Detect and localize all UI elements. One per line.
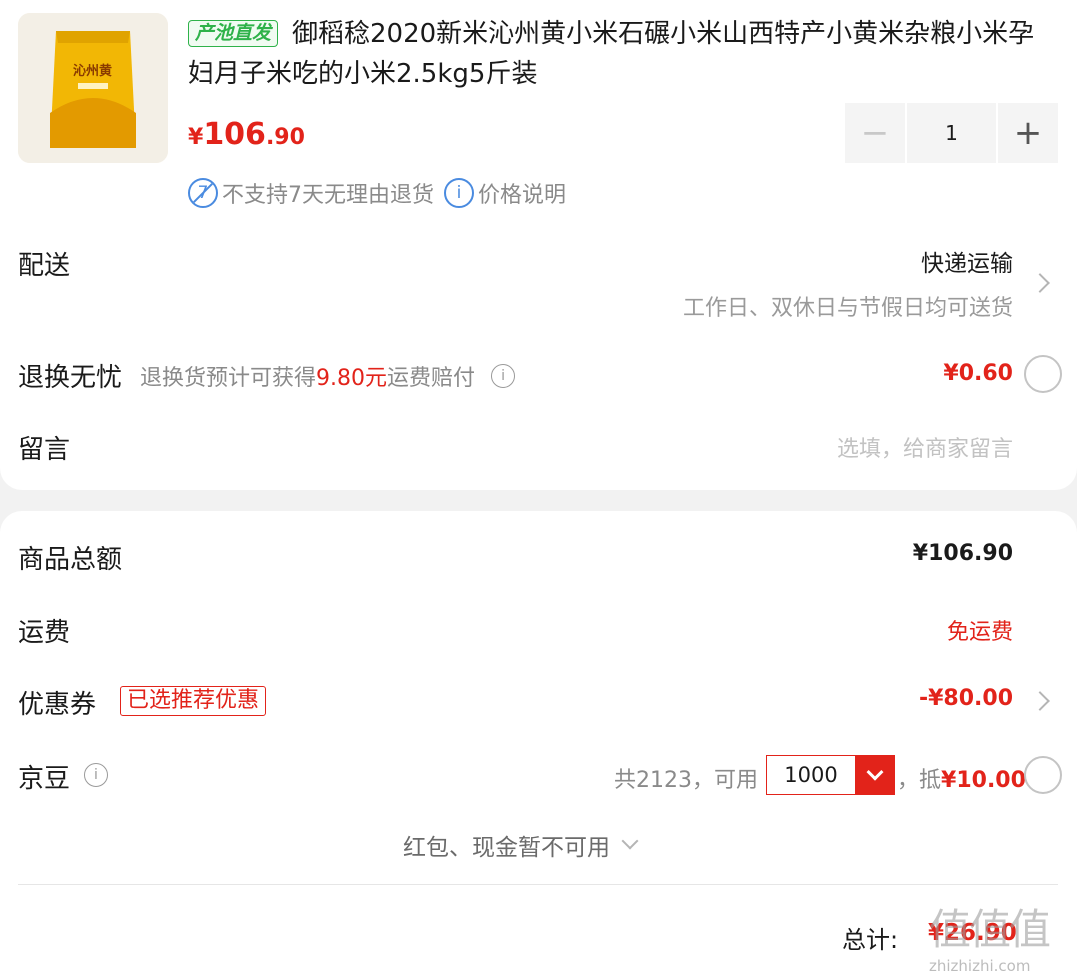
return-desc-suffix: 运费赔付 (387, 366, 476, 391)
product-image[interactable]: 沁州黄 (18, 13, 168, 163)
goods-total-value: ¥106.90 (912, 541, 1013, 566)
beans-deduct-prefix: ，抵 (897, 768, 942, 793)
product-price: ¥106.90 (188, 117, 305, 152)
message-label: 留言 (18, 435, 71, 465)
beans-radio[interactable] (1024, 756, 1062, 794)
decrease-button[interactable]: − (845, 103, 905, 163)
coupon-label: 优惠券 (18, 690, 97, 720)
site-watermark: 值值值 zhizhizhi.com (929, 896, 1069, 975)
watermark-domain: zhizhizhi.com (929, 957, 1031, 975)
beans-deduct-value: ¥10.00 (941, 768, 1026, 793)
return-desc-amount: 9.80元 (316, 366, 388, 391)
delivery-schedule[interactable]: 工作日、双休日与节假日均可送货 (683, 290, 1013, 322)
price-decimal: .90 (265, 125, 305, 150)
service-info-row: 7 不支持7天无理由退货 i 价格说明 (188, 177, 566, 209)
redpack-text: 红包、现金暂不可用 (403, 835, 610, 861)
shipping-value: 免运费 (946, 620, 1013, 645)
return-desc-prefix: 退换货预计可获得 (140, 366, 317, 391)
origin-direct-tag: 产池直发 (188, 20, 279, 47)
watermark-brand: 值值值 (929, 905, 1051, 954)
divider (18, 884, 1058, 885)
bag-brand-text: 沁州黄 (73, 63, 112, 79)
info-icon[interactable]: i (444, 178, 474, 208)
total-label: 总计: (842, 926, 899, 954)
message-input[interactable]: 选填，给商家留言 (837, 431, 1013, 463)
return-worry-desc: 退换货预计可获得 9.80元 运费赔付 i (140, 360, 516, 392)
return-worry-price: ¥0.60 (943, 361, 1013, 386)
coupon-value[interactable]: -¥80.00 (919, 686, 1013, 711)
beans-use-value[interactable]: 1000 (767, 756, 855, 794)
goods-total-label: 商品总额 (18, 545, 123, 575)
price-info-link[interactable]: 价格说明 (478, 177, 566, 209)
product-title[interactable]: 御稻稔2020新米沁州黄小米石碾小米山西特产小黄米杂粮小米孕妇月子米吃的小米2.… (188, 14, 1038, 94)
beans-available: 共2123，可用 (614, 768, 758, 793)
coupon-selected-tag[interactable]: 已选推荐优惠 (120, 686, 267, 716)
beans-deduct: ，抵¥10.00 (897, 762, 1026, 794)
price-symbol: ¥ (188, 125, 204, 150)
chevron-down-icon (621, 832, 639, 850)
info-icon[interactable]: i (491, 364, 516, 388)
beans-label: 京豆 (18, 764, 71, 794)
rice-bag-illustration: 沁州黄 (18, 13, 168, 163)
delivery-method[interactable]: 快递运输 (921, 244, 1013, 278)
increase-button[interactable]: + (998, 103, 1058, 163)
order-summary-card (0, 511, 1077, 977)
quantity-stepper: − 1 + (845, 103, 1058, 163)
return-worry-radio[interactable] (1024, 355, 1062, 393)
quantity-input[interactable]: 1 (907, 103, 996, 163)
beans-select[interactable]: 1000 (766, 755, 895, 795)
no-return-icon: 7 (188, 178, 218, 208)
chevron-down-icon[interactable] (855, 756, 894, 794)
shipping-label: 运费 (18, 618, 71, 648)
info-icon[interactable]: i (84, 763, 108, 787)
return-worry-label: 退换无忧 (18, 363, 123, 393)
price-integer: 106 (203, 117, 266, 152)
redpack-row[interactable]: 红包、现金暂不可用 (403, 828, 639, 862)
no-return-text: 不支持7天无理由退货 (222, 183, 434, 208)
delivery-label: 配送 (18, 251, 71, 281)
